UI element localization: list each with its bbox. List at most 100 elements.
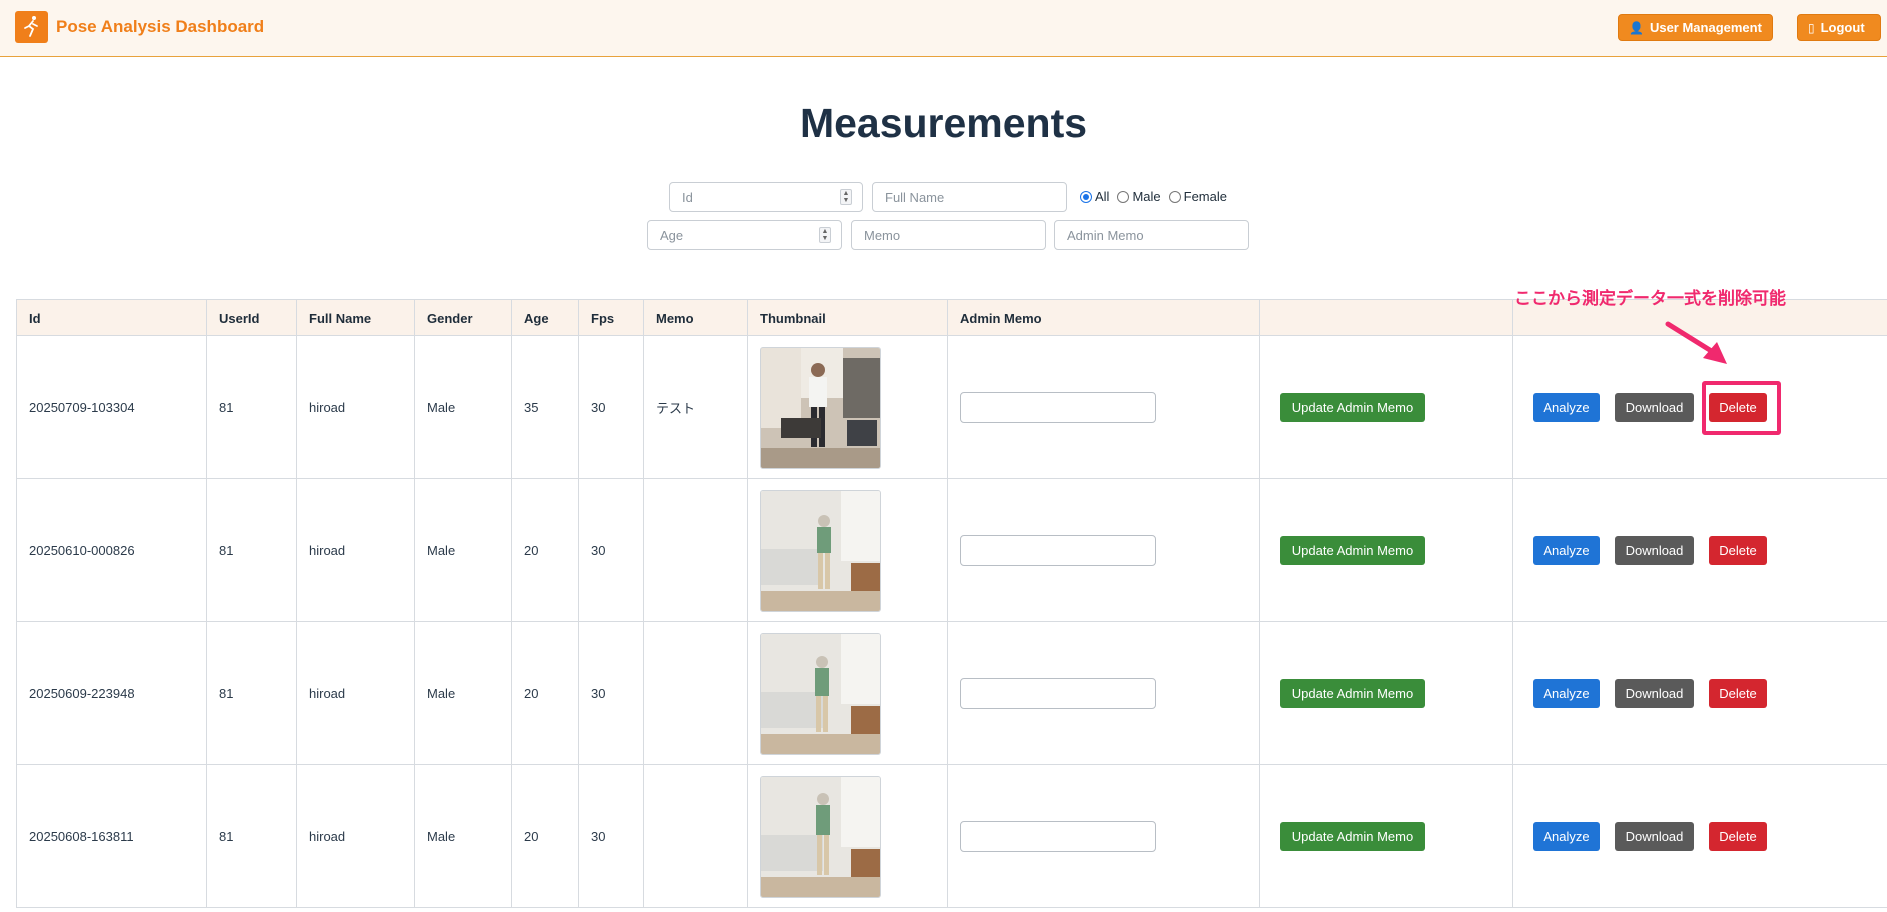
app-title: Pose Analysis Dashboard bbox=[56, 17, 265, 36]
thumbnail-image[interactable] bbox=[760, 489, 881, 612]
update-admin-memo-button[interactable]: Update Admin Memo bbox=[1280, 536, 1425, 565]
column-header-update bbox=[1260, 300, 1513, 336]
annotation-highlight-box bbox=[1702, 381, 1781, 435]
column-header-id: Id bbox=[17, 300, 207, 336]
cell-fps: 30 bbox=[579, 336, 644, 479]
gender-radio-all[interactable]: All bbox=[1080, 189, 1109, 204]
cell-id: 20250709-103304 bbox=[17, 336, 207, 479]
gender-female-label: Female bbox=[1183, 189, 1227, 204]
cell-gender: Male bbox=[415, 765, 512, 908]
thumbnail-image[interactable] bbox=[760, 775, 881, 898]
update-admin-memo-button[interactable]: Update Admin Memo bbox=[1280, 679, 1425, 708]
id-filter-input[interactable]: Id ▲ ▼ bbox=[669, 182, 863, 212]
update-admin-memo-button[interactable]: Update Admin Memo bbox=[1280, 393, 1425, 422]
number-spinner-icon[interactable]: ▲ ▼ bbox=[840, 189, 852, 205]
thumbnail-image[interactable] bbox=[760, 346, 881, 469]
admin-memo-input[interactable] bbox=[960, 821, 1156, 852]
logo-icon bbox=[15, 11, 48, 43]
column-header-admin-memo: Admin Memo bbox=[948, 300, 1260, 336]
radio-icon bbox=[1168, 190, 1181, 203]
delete-button[interactable]: Delete bbox=[1709, 679, 1767, 708]
cell-gender: Male bbox=[415, 479, 512, 622]
cell-actions: Analyze Download Delete bbox=[1513, 622, 1887, 765]
number-spinner-icon[interactable]: ▲ ▼ bbox=[819, 227, 831, 243]
analyze-button[interactable]: Analyze bbox=[1533, 536, 1600, 565]
brand[interactable]: Pose Analysis Dashboard bbox=[15, 11, 264, 43]
top-navbar: Pose Analysis Dashboard 👤 User Managemen… bbox=[0, 0, 1887, 57]
cell-fps: 30 bbox=[579, 479, 644, 622]
id-placeholder: Id bbox=[682, 189, 693, 205]
age-filter-input[interactable]: Age ▲ ▼ bbox=[647, 220, 842, 250]
user-management-label: User Management bbox=[1649, 20, 1762, 35]
cell-thumbnail bbox=[748, 336, 948, 479]
logout-label: Logout bbox=[1820, 20, 1865, 35]
cell-age: 20 bbox=[512, 765, 579, 908]
annotation-arrow-icon bbox=[1665, 321, 1727, 364]
cell-gender: Male bbox=[415, 336, 512, 479]
cell-age: 20 bbox=[512, 622, 579, 765]
table-row: 20250610-000826 81 hiroad Male 20 30 Upd… bbox=[17, 479, 1887, 622]
door-icon: ▯ bbox=[1808, 20, 1815, 35]
delete-button[interactable]: Delete bbox=[1709, 822, 1767, 851]
download-button[interactable]: Download bbox=[1615, 679, 1694, 708]
cell-admin-memo bbox=[948, 479, 1260, 622]
gender-all-label: All bbox=[1095, 189, 1110, 204]
radio-icon bbox=[1080, 190, 1092, 203]
cell-actions: Analyze Download Delete bbox=[1513, 479, 1887, 622]
admin-memo-input[interactable] bbox=[960, 535, 1156, 566]
download-button[interactable]: Download bbox=[1615, 822, 1694, 851]
cell-update: Update Admin Memo bbox=[1260, 479, 1513, 622]
cell-update: Update Admin Memo bbox=[1260, 336, 1513, 479]
cell-age: 35 bbox=[512, 336, 579, 479]
cell-userid: 81 bbox=[207, 765, 297, 908]
table-row: 20250709-103304 81 hiroad Male 35 30 テスト bbox=[17, 336, 1887, 479]
gender-male-label: Male bbox=[1132, 189, 1161, 204]
cell-fullname: hiroad bbox=[297, 336, 415, 479]
user-management-button[interactable]: 👤 User Management bbox=[1618, 14, 1773, 41]
fullname-filter-input[interactable]: Full Name bbox=[872, 182, 1067, 212]
admin-memo-input[interactable] bbox=[960, 678, 1156, 709]
update-admin-memo-button[interactable]: Update Admin Memo bbox=[1280, 822, 1425, 851]
cell-admin-memo bbox=[948, 336, 1260, 479]
cell-actions: Analyze Download Delete bbox=[1513, 765, 1887, 908]
gender-radio-male[interactable]: Male bbox=[1117, 189, 1161, 204]
cell-thumbnail bbox=[748, 765, 948, 908]
admin-memo-input[interactable] bbox=[960, 392, 1156, 423]
gender-radio-female[interactable]: Female bbox=[1168, 189, 1227, 204]
cell-memo bbox=[644, 622, 748, 765]
column-header-memo: Memo bbox=[644, 300, 748, 336]
delete-button[interactable]: Delete bbox=[1709, 536, 1767, 565]
cell-update: Update Admin Memo bbox=[1260, 765, 1513, 908]
measurements-table: Id UserId Full Name Gender Age Fps Memo … bbox=[16, 299, 1887, 908]
download-button[interactable]: Download bbox=[1615, 393, 1694, 422]
cell-userid: 81 bbox=[207, 622, 297, 765]
cell-age: 20 bbox=[512, 479, 579, 622]
fullname-placeholder: Full Name bbox=[885, 189, 945, 205]
table-row: 20250609-223948 81 hiroad Male 20 30 Upd… bbox=[17, 622, 1887, 765]
cell-admin-memo bbox=[948, 622, 1260, 765]
thumbnail-image[interactable] bbox=[760, 632, 881, 755]
cell-update: Update Admin Memo bbox=[1260, 622, 1513, 765]
analyze-button[interactable]: Analyze bbox=[1533, 679, 1600, 708]
admin-memo-filter-input[interactable]: Admin Memo bbox=[1054, 220, 1249, 250]
download-button[interactable]: Download bbox=[1615, 536, 1694, 565]
cell-admin-memo bbox=[948, 765, 1260, 908]
user-icon: 👤 bbox=[1629, 20, 1644, 35]
page-title: Measurements bbox=[799, 100, 1088, 146]
analyze-button[interactable]: Analyze bbox=[1533, 393, 1600, 422]
cell-fps: 30 bbox=[579, 765, 644, 908]
logout-button[interactable]: ▯ Logout bbox=[1797, 14, 1881, 41]
analyze-button[interactable]: Analyze bbox=[1533, 822, 1600, 851]
admin-memo-placeholder: Admin Memo bbox=[1067, 227, 1144, 243]
gender-filter: All Male Female bbox=[1080, 189, 1235, 204]
cell-fullname: hiroad bbox=[297, 479, 415, 622]
cell-id: 20250609-223948 bbox=[17, 622, 207, 765]
column-header-fps: Fps bbox=[579, 300, 644, 336]
age-placeholder: Age bbox=[660, 227, 684, 243]
column-header-thumbnail: Thumbnail bbox=[748, 300, 948, 336]
cell-memo: テスト bbox=[644, 336, 748, 479]
memo-filter-input[interactable]: Memo bbox=[851, 220, 1046, 250]
column-header-gender: Gender bbox=[415, 300, 512, 336]
cell-fullname: hiroad bbox=[297, 765, 415, 908]
cell-userid: 81 bbox=[207, 479, 297, 622]
